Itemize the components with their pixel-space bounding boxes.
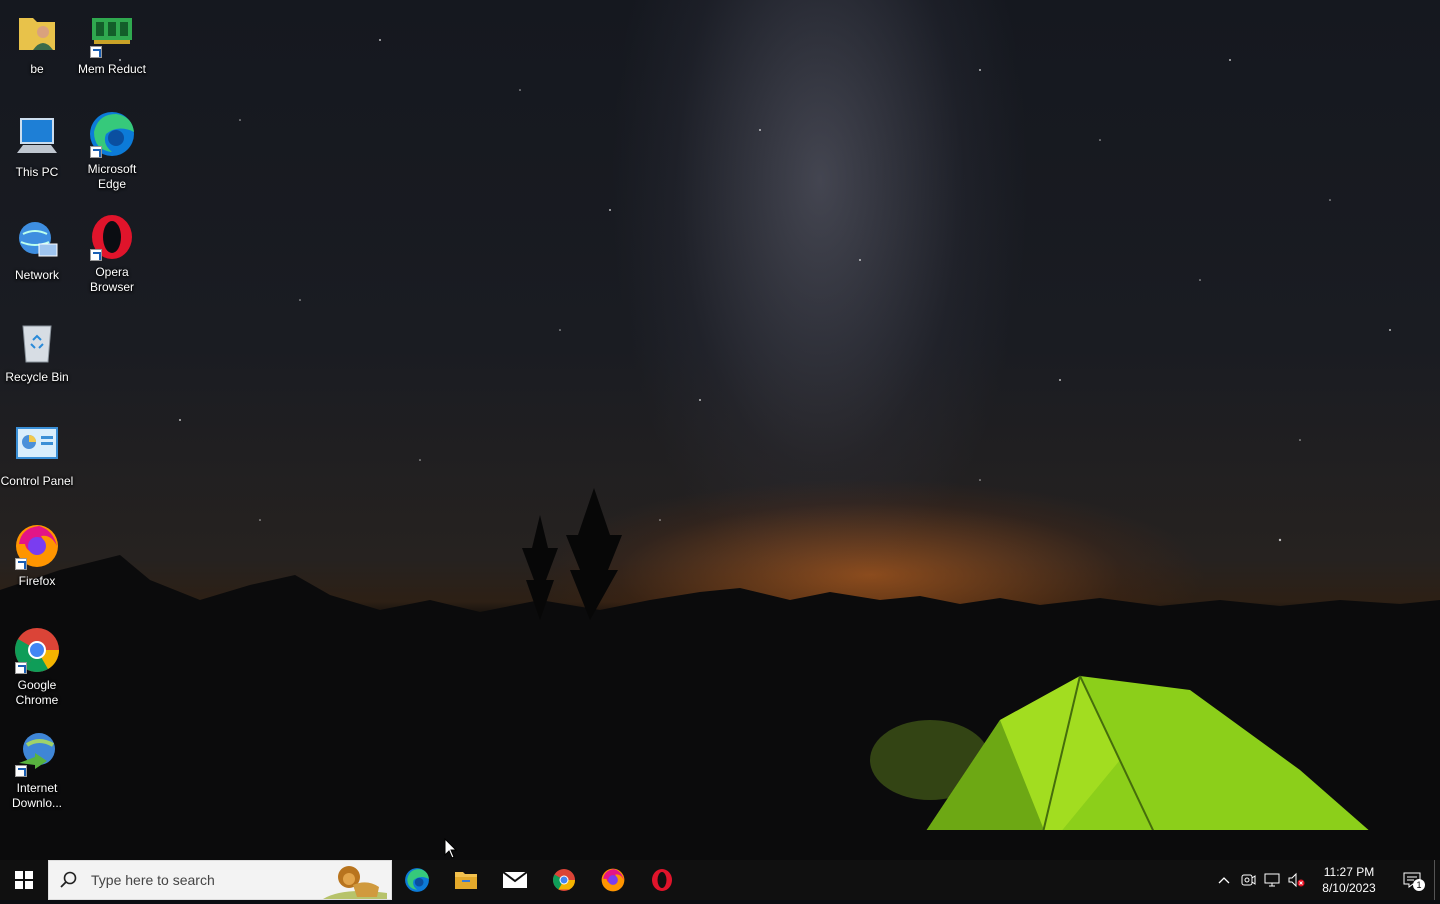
clock-time: 11:27 PM [1323, 865, 1375, 879]
desktop-icon-network[interactable]: Network [0, 216, 74, 283]
taskbar-mail-button[interactable] [490, 860, 539, 900]
show-hidden-icons-chevron-up-icon[interactable] [1212, 860, 1236, 900]
start-button[interactable] [0, 860, 48, 900]
shortcut-arrow-icon [90, 249, 102, 261]
network-icon [13, 216, 61, 264]
shortcut-arrow-icon [15, 765, 27, 777]
wallpaper-scene [0, 39, 1440, 860]
desktop-icon-this-pc[interactable]: This PC [0, 113, 74, 180]
taskbar-search-box[interactable] [48, 860, 392, 900]
folder-icon [454, 872, 477, 889]
mail-icon [501, 871, 528, 888]
taskbar-opera-button[interactable] [637, 860, 686, 900]
search-input[interactable] [89, 871, 313, 889]
shortcut-arrow-icon [15, 662, 27, 674]
taskbar-firefox-button[interactable] [588, 860, 637, 900]
network-status-icon[interactable] [1260, 860, 1284, 900]
desktop-icon-label: Recycle Bin [5, 370, 69, 384]
shortcut-arrow-icon [90, 146, 102, 158]
taskbar-edge-button[interactable] [392, 860, 441, 900]
action-center-button[interactable]: 1 [1390, 860, 1434, 900]
desktop-icon-microsoft-edge[interactable]: Microsoft Edge [75, 110, 149, 192]
desktop-icon-label: Mem Reduct [77, 62, 147, 76]
volume-muted-icon[interactable] [1284, 860, 1308, 900]
firefox-icon [601, 868, 624, 892]
chrome-icon [552, 869, 575, 891]
mem-reduct-icon [88, 10, 136, 58]
desktop-icon-label: Microsoft Edge [87, 162, 137, 191]
chrome-icon [13, 626, 61, 674]
desktop-icon-be[interactable]: be [0, 10, 74, 77]
notification-count-badge: 1 [1413, 879, 1425, 891]
desktop-icon-label: Control Panel [0, 474, 74, 488]
opera-icon [88, 213, 136, 261]
desktop-wallpaper [0, 0, 1440, 860]
edge-icon [88, 110, 136, 158]
opera-icon [651, 869, 672, 891]
desktop-icon-label: Opera Browser [89, 265, 134, 294]
taskbar: 11:27 PM 8/10/2023 1 [0, 860, 1440, 900]
desktop-icon-label: This PC [15, 165, 59, 179]
clock-date: 8/10/2023 [1322, 881, 1376, 895]
desktop-icon-label: Google Chrome [15, 678, 59, 707]
search-highlight-lion-icon [323, 863, 387, 899]
desktop-icon-firefox[interactable]: Firefox [0, 522, 74, 589]
desktop-icon-google-chrome[interactable]: Google Chrome [0, 626, 74, 708]
desktop-icon-internet-download-manager[interactable]: Internet Downlo... [0, 729, 74, 811]
windows-logo-icon [15, 871, 33, 889]
search-icon [49, 871, 89, 889]
taskbar-clock[interactable]: 11:27 PM 8/10/2023 [1308, 864, 1390, 896]
desktop-icon-label: Firefox [18, 574, 56, 588]
edge-icon [404, 868, 429, 892]
desktop-icon-label: be [30, 62, 44, 76]
desktop-icon-control-panel[interactable]: Control Panel [0, 422, 74, 489]
recycle-bin-icon [13, 318, 61, 366]
control-panel-icon [13, 422, 61, 470]
desktop-icon-mem-reduct[interactable]: Mem Reduct [75, 10, 149, 77]
idm-icon [13, 729, 61, 777]
show-desktop-button[interactable] [1434, 860, 1440, 900]
user-folder-icon [13, 10, 61, 58]
system-tray: 11:27 PM 8/10/2023 1 [1212, 860, 1440, 900]
meet-now-icon[interactable] [1236, 860, 1260, 900]
taskbar-file-explorer-button[interactable] [441, 860, 490, 900]
desktop-icon-label: Internet Downlo... [11, 781, 63, 810]
shortcut-arrow-icon [90, 46, 102, 58]
desktop-icon-recycle-bin[interactable]: Recycle Bin [0, 318, 74, 385]
desktop-icon-opera-browser[interactable]: Opera Browser [75, 213, 149, 295]
firefox-icon [13, 522, 61, 570]
this-pc-icon [13, 113, 61, 161]
desktop-icon-label: Network [14, 268, 59, 282]
shortcut-arrow-icon [15, 558, 27, 570]
taskbar-chrome-button[interactable] [539, 860, 588, 900]
